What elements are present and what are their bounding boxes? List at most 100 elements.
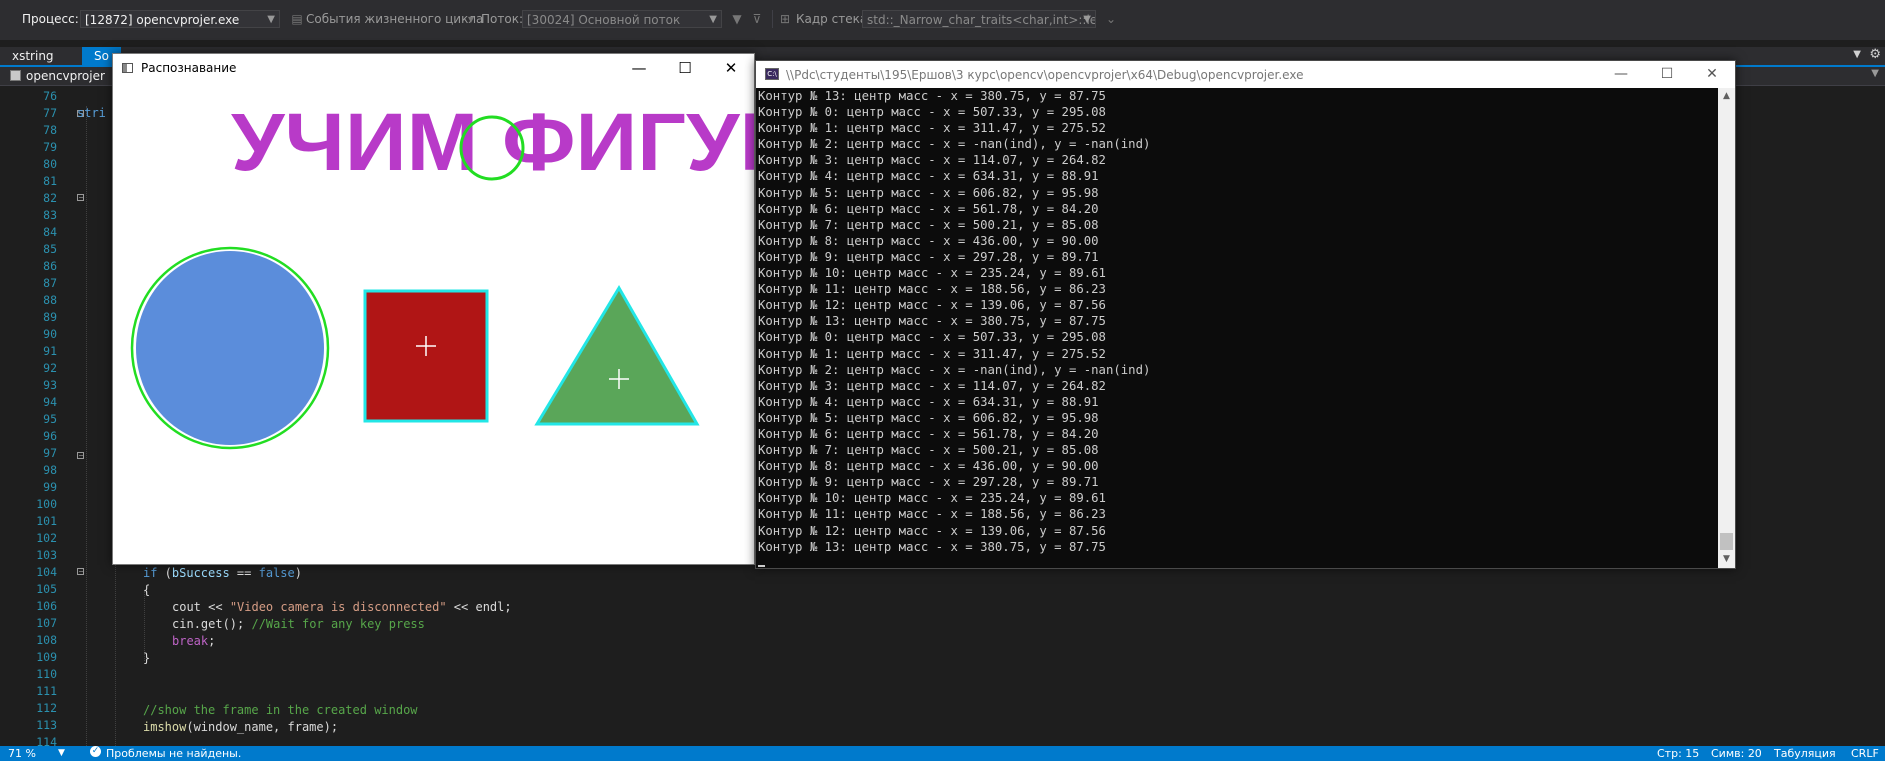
console-line: Контур № 9: центр масс - x = 297.28, y =… bbox=[758, 249, 1099, 264]
filter-icon[interactable]: ▼ bbox=[730, 12, 744, 26]
line-number: 81 bbox=[43, 174, 57, 188]
scrollbar-thumb[interactable] bbox=[1720, 533, 1733, 550]
scroll-up-icon[interactable]: ▲ bbox=[1718, 88, 1735, 105]
filter-clear-icon[interactable]: ⊽ bbox=[750, 12, 764, 26]
console-line: Контур № 0: центр масс - x = 507.33, y =… bbox=[758, 330, 1106, 345]
console-line: Контур № 13: центр масс - x = 380.75, y … bbox=[758, 89, 1106, 103]
process-label: Процесс: bbox=[22, 12, 79, 26]
problems-status[interactable]: Проблемы не найдены. bbox=[106, 746, 241, 761]
console-scrollbar[interactable]: ▲ ▼ bbox=[1718, 88, 1735, 568]
line-number: 86 bbox=[43, 259, 57, 273]
line-number: 77 bbox=[43, 106, 57, 120]
console-line: Контур № 11: центр масс - x = 188.56, y … bbox=[758, 282, 1106, 297]
line-number: 95 bbox=[43, 412, 57, 426]
console-output[interactable]: Контур № 13: центр масс - x = 380.75, y … bbox=[756, 88, 1718, 568]
lifecycle-icon[interactable]: ▤ bbox=[290, 12, 304, 26]
scroll-down-icon[interactable]: ▼ bbox=[1718, 551, 1735, 568]
window-app-icon bbox=[122, 63, 133, 73]
process-dropdown[interactable]: [12872] opencvprojer.exe ▼ bbox=[80, 10, 280, 28]
console-title: \\Pdc\студенты\195\Ершов\3 курс\opencv\o… bbox=[786, 68, 1304, 82]
indent-guide bbox=[86, 106, 87, 746]
maximize-button[interactable]: ☐ bbox=[662, 54, 708, 82]
console-window[interactable]: C:\ \\Pdc\студенты\195\Ершов\3 курс\open… bbox=[755, 60, 1736, 569]
tab-list-icon[interactable]: ▼ bbox=[1853, 49, 1861, 60]
text-cursor bbox=[758, 565, 765, 567]
fold-toggle-icon[interactable]: − bbox=[77, 194, 85, 202]
code-line-104: if (bSuccess == false) bbox=[143, 566, 302, 580]
line-number: 84 bbox=[43, 225, 57, 239]
window-title: Распознавание bbox=[141, 61, 237, 75]
chevron-down-icon[interactable]: ▼ bbox=[58, 746, 65, 761]
gear-icon[interactable]: ⚙ bbox=[1869, 47, 1881, 62]
console-line: Контур № 13: центр масс - x = 380.75, y … bbox=[758, 314, 1106, 329]
indent-indicator[interactable]: Табуляция bbox=[1774, 746, 1836, 761]
line-number: 79 bbox=[43, 140, 57, 154]
console-line: Контур № 12: центр масс - x = 139.06, y … bbox=[758, 523, 1106, 538]
code-fragment: stri bbox=[77, 106, 106, 120]
maximize-button[interactable]: ☐ bbox=[1644, 61, 1690, 88]
operator: == bbox=[229, 566, 259, 580]
fold-toggle-icon[interactable]: − bbox=[77, 568, 85, 576]
console-line: Контур № 7: центр масс - x = 500.21, y =… bbox=[758, 217, 1099, 232]
stack-frame-value: std::_Narrow_char_traits<char,int>::leng… bbox=[867, 13, 1095, 27]
console-line: Контур № 8: центр масс - x = 436.00, y =… bbox=[758, 233, 1099, 248]
console-app-icon: C:\ bbox=[765, 68, 779, 80]
project-dropdown[interactable]: opencvprojer bbox=[8, 68, 105, 84]
minimize-button[interactable]: — bbox=[1598, 61, 1644, 88]
thread-value: [30024] Основной поток bbox=[527, 13, 681, 27]
line-number: 88 bbox=[43, 293, 57, 307]
line-number: 82 bbox=[43, 191, 57, 205]
chevron-down-icon: ▾ bbox=[467, 12, 475, 26]
zoom-level[interactable]: 71 % bbox=[8, 746, 36, 761]
code-comment: //Wait for any key press bbox=[251, 617, 425, 631]
function-imshow: imshow bbox=[143, 720, 187, 734]
status-bar: 71 % ▼ ✓ Проблемы не найдены. Стр: 15 Си… bbox=[0, 746, 1885, 761]
line-ending-indicator[interactable]: CRLF bbox=[1851, 746, 1879, 761]
stack-frame-icon: ⊞ bbox=[779, 12, 791, 26]
console-titlebar[interactable]: C:\ \\Pdc\студенты\195\Ершов\3 курс\open… bbox=[756, 61, 1735, 88]
minimize-button[interactable]: — bbox=[616, 54, 662, 82]
fold-toggle-icon[interactable]: − bbox=[77, 452, 85, 460]
line-number: 98 bbox=[43, 463, 57, 477]
close-button[interactable]: ✕ bbox=[1689, 61, 1735, 88]
console-line: Контур № 0: центр масс - x = 507.33, y =… bbox=[758, 105, 1106, 120]
console-line: Контур № 9: центр масс - x = 297.28, y =… bbox=[758, 475, 1099, 490]
line-number: 103 bbox=[36, 548, 57, 562]
line-number: 85 bbox=[43, 242, 57, 256]
code-line-105: { bbox=[143, 583, 151, 597]
toolbar-overflow-icon[interactable]: ⌄ bbox=[1104, 12, 1118, 26]
column-indicator[interactable]: Симв: 20 bbox=[1711, 746, 1762, 761]
blue-circle-shape bbox=[136, 251, 324, 445]
tab-xstring[interactable]: xstring bbox=[0, 47, 66, 65]
semicolon: ; bbox=[504, 600, 512, 614]
chevron-down-icon[interactable]: ▼ bbox=[1871, 68, 1879, 79]
paren-open: ( bbox=[157, 566, 172, 580]
operator: << bbox=[446, 600, 476, 614]
code-line-109: } bbox=[143, 651, 151, 665]
thread-dropdown[interactable]: [30024] Основной поток ▼ bbox=[522, 10, 722, 28]
line-indicator[interactable]: Стр: 15 bbox=[1657, 746, 1699, 761]
console-line: Контур № 6: центр масс - x = 561.78, y =… bbox=[758, 426, 1099, 441]
console-line: Контур № 5: центр масс - x = 606.82, y =… bbox=[758, 410, 1099, 425]
console-line: Контур № 1: центр масс - x = 311.47, y =… bbox=[758, 121, 1106, 136]
console-line: Контур № 12: центр масс - x = 139.06, y … bbox=[758, 298, 1106, 313]
console-line: Контур № 4: центр масс - x = 634.31, y =… bbox=[758, 394, 1099, 409]
line-number: 92 bbox=[43, 361, 57, 375]
line-number: 111 bbox=[36, 684, 57, 698]
console-line: Контур № 10: центр масс - x = 235.24, y … bbox=[758, 266, 1106, 281]
line-number: 113 bbox=[36, 718, 57, 732]
console-line: Контур № 8: центр масс - x = 436.00, y =… bbox=[758, 459, 1099, 474]
close-button[interactable]: ✕ bbox=[708, 54, 754, 82]
code-line-106: cout << "Video camera is disconnected" <… bbox=[172, 600, 512, 614]
recognition-window[interactable]: Распознавание — ☐ ✕ УЧИМ ФИГУРЫ bbox=[112, 53, 755, 565]
code-line-113: imshow(window_name, frame); bbox=[143, 720, 338, 734]
lifecycle-events-dropdown[interactable]: События жизненного цикла bbox=[306, 12, 483, 26]
line-number: 104 bbox=[36, 565, 57, 579]
window-titlebar[interactable]: Распознавание — ☐ ✕ bbox=[113, 54, 754, 82]
keyword-if: if bbox=[143, 566, 158, 580]
line-number: 99 bbox=[43, 480, 57, 494]
paren-close: ) bbox=[294, 566, 302, 580]
identifier-cout: cout bbox=[172, 600, 201, 614]
identifier-endl: endl bbox=[475, 600, 505, 614]
stack-frame-dropdown[interactable]: std::_Narrow_char_traits<char,int>::leng… bbox=[862, 10, 1096, 28]
